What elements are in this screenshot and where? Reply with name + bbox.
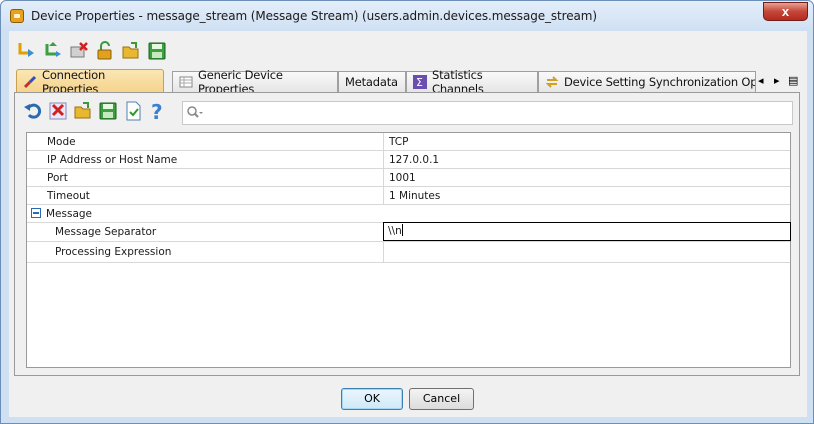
search-icon bbox=[187, 106, 203, 118]
svg-text:Σ: Σ bbox=[416, 76, 423, 89]
properties-toolbar: ? bbox=[22, 99, 168, 123]
delete-red-icon[interactable] bbox=[68, 40, 89, 61]
link-arrow-icon[interactable] bbox=[16, 40, 37, 61]
property-row-processing-expression[interactable]: Processing Expression bbox=[27, 242, 790, 263]
message-separator-input[interactable]: \\n bbox=[383, 222, 791, 241]
property-row-message-separator[interactable]: Message Separator \\n bbox=[27, 222, 791, 242]
property-value[interactable]: 127.0.0.1 bbox=[384, 151, 790, 168]
window-title: Device Properties - message_stream (Mess… bbox=[31, 9, 597, 23]
tab-generic-device-properties[interactable]: Generic Device Properties bbox=[172, 68, 338, 96]
property-value[interactable]: TCP bbox=[384, 133, 790, 150]
close-button[interactable]: x bbox=[763, 2, 808, 21]
sync-icon bbox=[545, 76, 559, 88]
open-folder-icon[interactable] bbox=[120, 40, 141, 61]
property-row-timeout[interactable]: Timeout 1 Minutes bbox=[27, 187, 790, 205]
open-folder-icon[interactable] bbox=[72, 101, 93, 122]
tab-label: Metadata bbox=[345, 75, 398, 89]
input-text: \\n bbox=[388, 225, 402, 237]
tab-statistics-channels[interactable]: Σ Statistics Channels bbox=[406, 68, 538, 96]
save-icon[interactable] bbox=[146, 40, 167, 61]
save-icon[interactable] bbox=[97, 101, 118, 122]
dialog-window: Device Properties - message_stream (Mess… bbox=[0, 0, 814, 424]
property-row-port[interactable]: Port 1001 bbox=[27, 169, 790, 187]
property-row-mode[interactable]: Mode TCP bbox=[27, 133, 790, 151]
unlock-icon[interactable] bbox=[94, 40, 115, 61]
property-name: Message Separator bbox=[27, 223, 384, 241]
group-label: Message bbox=[46, 208, 93, 220]
property-name: Timeout bbox=[27, 187, 384, 204]
collapse-toggle-icon[interactable] bbox=[31, 208, 41, 218]
app-icon bbox=[10, 9, 24, 23]
sigma-icon: Σ bbox=[413, 75, 427, 89]
property-grid: Mode TCP IP Address or Host Name 127.0.0… bbox=[26, 132, 791, 368]
connection-properties-panel: ? Mode TCP IP Address or Host Name 127.0… bbox=[14, 92, 800, 376]
search-box bbox=[182, 101, 793, 125]
cancel-button[interactable]: Cancel bbox=[409, 388, 474, 410]
property-value[interactable]: 1001 bbox=[384, 169, 790, 186]
group-header: Message bbox=[27, 205, 790, 222]
device-toolbar bbox=[16, 40, 167, 62]
plug-icon bbox=[23, 75, 37, 88]
property-value[interactable] bbox=[384, 242, 790, 262]
verify-doc-icon[interactable] bbox=[122, 101, 143, 122]
tab-device-setting-sync[interactable]: Device Setting Synchronization Option bbox=[538, 71, 756, 92]
dialog-client-area: Connection Properties Generic Device Pro… bbox=[9, 31, 807, 417]
tab-next-icon[interactable]: ▸ bbox=[774, 74, 780, 87]
table-icon bbox=[179, 76, 193, 88]
undo-icon[interactable] bbox=[22, 101, 43, 122]
property-value[interactable]: 1 Minutes bbox=[384, 187, 790, 204]
property-value-cell[interactable]: \\n bbox=[383, 222, 791, 241]
tab-menu-icon[interactable]: ▤ bbox=[788, 74, 798, 87]
property-name: Port bbox=[27, 169, 384, 186]
property-name: Mode bbox=[27, 133, 384, 150]
property-name: Processing Expression bbox=[27, 242, 384, 262]
search-input[interactable] bbox=[205, 104, 785, 122]
svg-text:?: ? bbox=[151, 101, 163, 121]
ok-button[interactable]: OK bbox=[341, 388, 403, 410]
clear-red-icon[interactable] bbox=[47, 101, 68, 122]
refresh-green-icon[interactable] bbox=[42, 40, 63, 61]
text-caret bbox=[401, 224, 403, 236]
tab-connection-properties[interactable]: Connection Properties bbox=[16, 68, 164, 96]
property-name: IP Address or Host Name bbox=[27, 151, 384, 168]
tab-label: Device Setting Synchronization Option bbox=[564, 75, 755, 89]
tab-strip: Connection Properties Generic Device Pro… bbox=[16, 68, 802, 96]
property-row-ip-address[interactable]: IP Address or Host Name 127.0.0.1 bbox=[27, 151, 790, 169]
tab-prev-icon[interactable]: ◂ bbox=[758, 74, 764, 87]
tab-metadata[interactable]: Metadata bbox=[338, 71, 406, 92]
title-bar[interactable]: Device Properties - message_stream (Mess… bbox=[1, 1, 813, 31]
property-group-message[interactable]: Message bbox=[27, 205, 790, 223]
help-icon[interactable]: ? bbox=[147, 101, 168, 122]
